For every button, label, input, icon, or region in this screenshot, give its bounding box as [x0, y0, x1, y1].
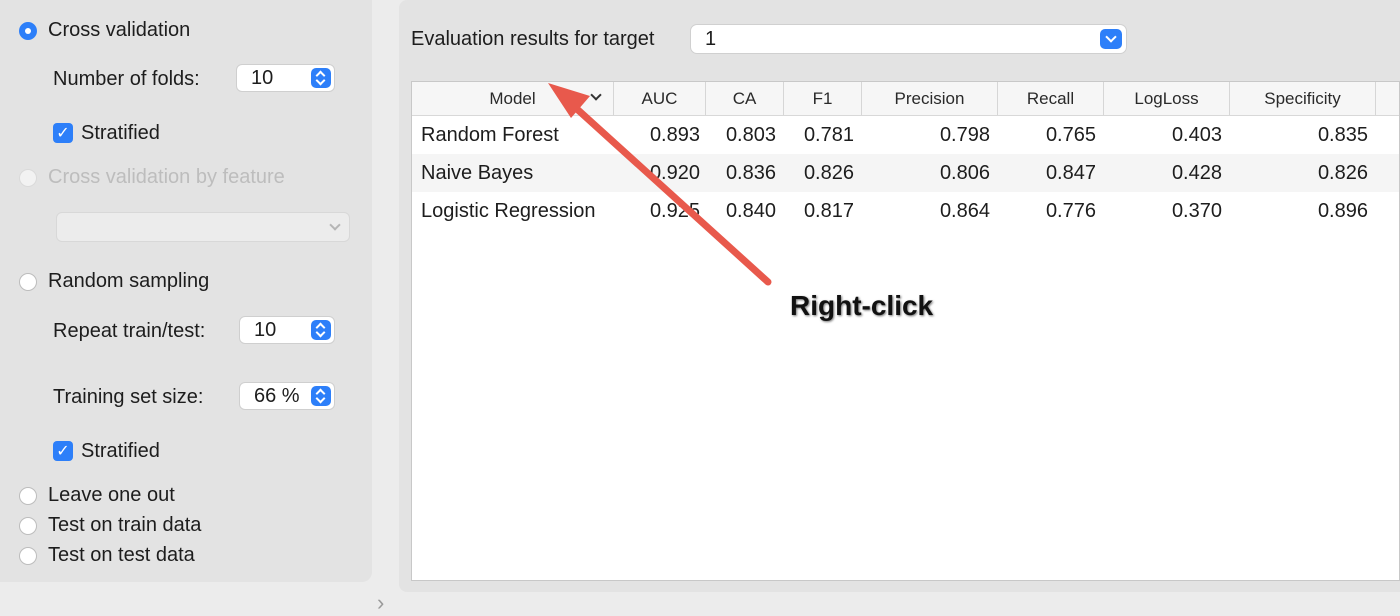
cell-precision: 0.798	[939, 124, 990, 146]
results-table: Model AUC CA F1 Precision Recall LogLoss…	[411, 81, 1400, 581]
cell-recall: 0.776	[1045, 200, 1096, 222]
table-header: Model AUC CA F1 Precision Recall LogLoss…	[412, 82, 1399, 116]
sampling-panel: Cross validation Number of folds: 10 ✓ S…	[0, 0, 372, 582]
column-header-specificity[interactable]: Specificity	[1230, 82, 1376, 115]
test-on-train-label: Test on train data	[48, 514, 202, 536]
column-header-f1[interactable]: F1	[784, 82, 862, 115]
train-size-spinner[interactable]: 66 %	[239, 382, 335, 410]
column-header-model[interactable]: Model	[412, 82, 614, 115]
cell-logloss: 0.428	[1171, 162, 1222, 184]
stepper-icon[interactable]	[311, 386, 331, 406]
test-on-test-radio[interactable]	[19, 547, 37, 565]
repeat-value: 10	[254, 319, 277, 341]
cell-precision: 0.864	[939, 200, 990, 222]
stepper-icon[interactable]	[311, 320, 331, 340]
cell-specificity: 0.835	[1317, 124, 1368, 146]
cell-logloss: 0.370	[1171, 200, 1222, 222]
cell-specificity: 0.826	[1317, 162, 1368, 184]
chevron-down-icon[interactable]	[590, 89, 602, 101]
cell-auc: 0.920	[649, 162, 700, 184]
right-click-annotation: Right-click	[790, 290, 934, 321]
column-header-logloss[interactable]: LogLoss	[1104, 82, 1230, 115]
target-select[interactable]: 1	[690, 24, 1127, 54]
cell-auc: 0.893	[649, 124, 700, 146]
folds-label: Number of folds:	[53, 68, 200, 90]
train-size-label: Training set size:	[53, 386, 204, 408]
cross-validation-radio[interactable]	[19, 22, 37, 40]
cell-logloss: 0.403	[1171, 124, 1222, 146]
cell-model: Logistic Regression	[421, 200, 596, 222]
table-row[interactable]: Logistic Regression 0.925 0.840 0.817 0.…	[412, 192, 1399, 230]
table-row[interactable]: Naive Bayes 0.920 0.836 0.826 0.806 0.84…	[412, 154, 1399, 192]
cell-f1: 0.826	[803, 162, 854, 184]
target-value: 1	[705, 28, 717, 50]
chevron-down-icon	[329, 219, 341, 231]
cell-specificity: 0.896	[1317, 200, 1368, 222]
column-header-recall[interactable]: Recall	[998, 82, 1104, 115]
column-header-ca[interactable]: CA	[706, 82, 784, 115]
cell-ca: 0.803	[725, 124, 776, 146]
cell-precision: 0.806	[939, 162, 990, 184]
folds-spinner[interactable]: 10	[236, 64, 335, 92]
cv-by-feature-radio[interactable]	[19, 169, 37, 187]
cell-auc: 0.925	[649, 200, 700, 222]
train-size-value: 66 %	[254, 385, 300, 407]
random-sampling-label: Random sampling	[48, 270, 210, 292]
cell-recall: 0.847	[1045, 162, 1096, 184]
cell-f1: 0.817	[803, 200, 854, 222]
folds-value: 10	[251, 67, 274, 89]
leave-one-out-label: Leave one out	[48, 484, 175, 506]
leave-one-out-radio[interactable]	[19, 487, 37, 505]
cell-model: Random Forest	[421, 124, 559, 146]
repeat-spinner[interactable]: 10	[239, 316, 335, 344]
cell-f1: 0.781	[803, 124, 854, 146]
repeat-label: Repeat train/test:	[53, 320, 206, 342]
stratified-checkbox[interactable]: ✓	[53, 123, 73, 143]
cross-validation-label: Cross validation	[48, 19, 191, 41]
test-on-test-label: Test on test data	[48, 544, 195, 566]
cv-by-feature-label: Cross validation by feature	[48, 166, 285, 188]
column-header-auc[interactable]: AUC	[614, 82, 706, 115]
stratified-checkbox[interactable]: ✓	[53, 441, 73, 461]
feature-select[interactable]	[56, 212, 350, 242]
chevron-right-icon[interactable]: ›	[377, 590, 384, 616]
test-on-train-radio[interactable]	[19, 517, 37, 535]
column-header-label: Model	[489, 89, 536, 108]
chevron-down-icon[interactable]	[1100, 29, 1122, 49]
target-label: Evaluation results for target	[411, 28, 655, 50]
cell-ca: 0.840	[725, 200, 776, 222]
random-sampling-radio[interactable]	[19, 273, 37, 291]
stratified-label: Stratified	[81, 122, 160, 144]
cell-recall: 0.765	[1045, 124, 1096, 146]
cell-model: Naive Bayes	[421, 162, 534, 184]
column-header-precision[interactable]: Precision	[862, 82, 998, 115]
stepper-icon[interactable]	[311, 68, 331, 88]
cell-ca: 0.836	[725, 162, 776, 184]
stratified-label: Stratified	[81, 440, 160, 462]
table-row[interactable]: Random Forest 0.893 0.803 0.781 0.798 0.…	[412, 116, 1399, 154]
